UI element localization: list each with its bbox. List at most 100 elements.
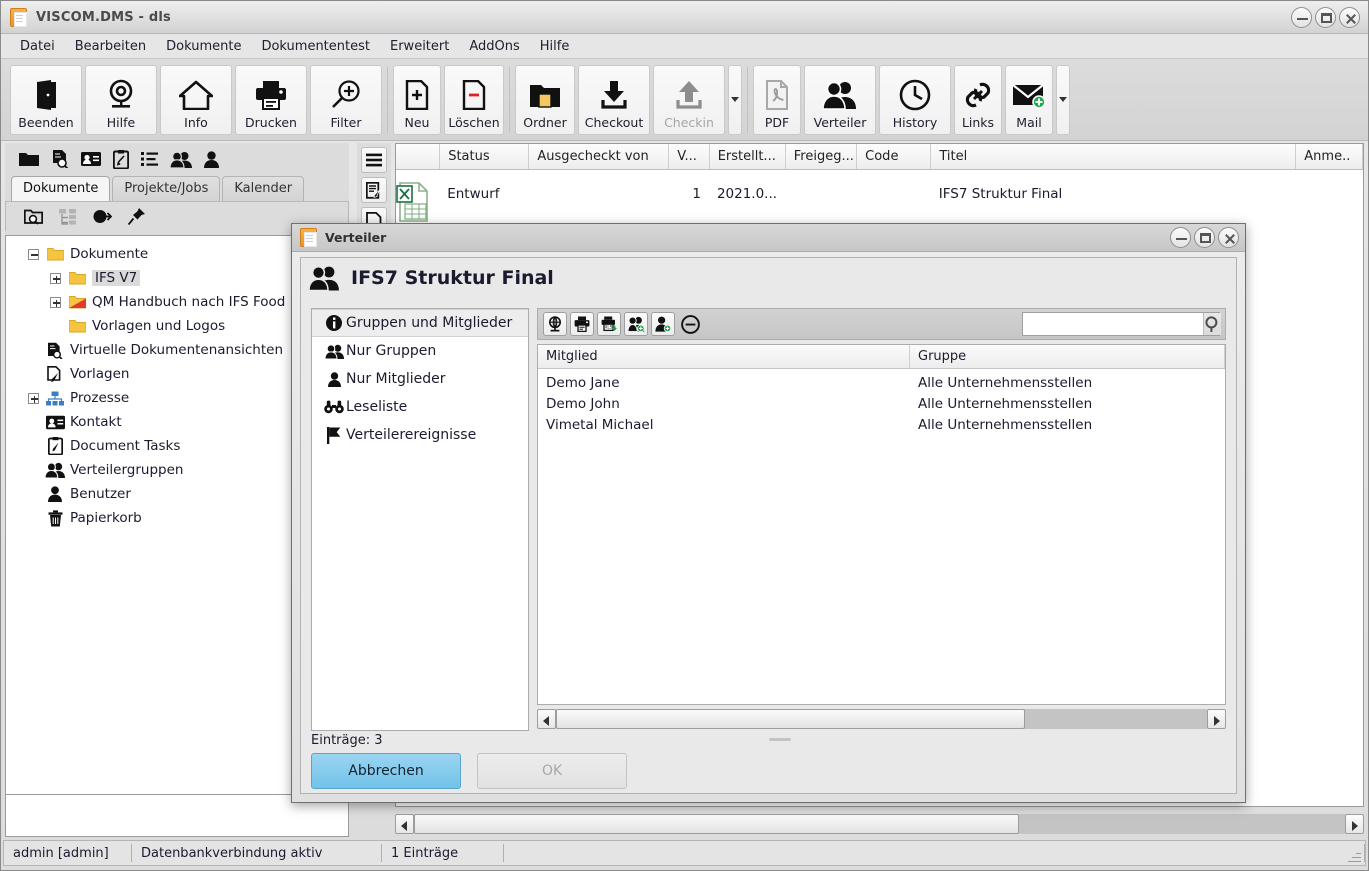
print-button-icon[interactable] [570, 312, 594, 336]
tree-node-label: Vorlagen [70, 366, 130, 382]
grid-column-erstellt[interactable]: Erstellt... [710, 144, 786, 169]
scroll-right-button[interactable] [1207, 709, 1226, 729]
toolbar-button-pdf[interactable]: PDF [753, 64, 801, 135]
scroll-left-button[interactable] [537, 709, 556, 729]
tab-dokumente[interactable]: Dokumente [11, 176, 111, 201]
toolbar-button-neu[interactable]: Neu [393, 64, 441, 135]
chevron-down-icon[interactable] [728, 64, 742, 135]
cancel-button[interactable]: Abbrechen [311, 753, 461, 789]
menu-item-datei[interactable]: Datei [11, 36, 64, 57]
export-xls-icon[interactable]: XLS [597, 312, 621, 336]
toolbar-label: Mail [1016, 114, 1042, 130]
menu-item-hilfe[interactable]: Hilfe [531, 36, 579, 57]
minimize-icon[interactable] [1170, 227, 1191, 248]
expand-icon[interactable] [28, 392, 39, 404]
nav-item-leseliste[interactable]: Leseliste [312, 393, 528, 421]
list-icon[interactable] [141, 151, 158, 167]
user-icon[interactable] [204, 150, 219, 168]
maximize-icon[interactable] [1194, 227, 1215, 248]
grid-column-version[interactable]: V... [669, 144, 710, 169]
search-field[interactable] [1022, 312, 1221, 336]
toolbar-button-mail[interactable]: Mail [1005, 64, 1053, 135]
table-row[interactable]: Vimetal Michael Alle Unternehmensstellen [538, 414, 1225, 435]
grid-column-code[interactable]: Code [857, 144, 932, 169]
tree-node-label: QM Handbuch nach IFS Food [92, 294, 286, 310]
table-row[interactable]: Demo John Alle Unternehmensstellen [538, 393, 1225, 414]
menu-item-bearbeiten[interactable]: Bearbeiten [66, 36, 155, 57]
expand-icon[interactable] [50, 272, 61, 284]
export-icon[interactable] [93, 209, 112, 224]
tab-kalender[interactable]: Kalender [222, 176, 305, 201]
users-group-icon[interactable] [170, 150, 192, 168]
toolbar-button-ordner[interactable]: Ordner [515, 64, 575, 135]
menu-lines-icon[interactable] [361, 147, 387, 173]
refresh-globe-icon[interactable] [543, 312, 567, 336]
add-member-icon[interactable] [651, 312, 675, 336]
grid-column-titel[interactable]: Titel [931, 144, 1297, 169]
pin-icon[interactable] [128, 208, 145, 225]
dialog-resize-grip[interactable] [768, 738, 791, 741]
grid-horizontal-scrollbar[interactable] [395, 811, 1364, 837]
members-horizontal-scrollbar[interactable] [537, 707, 1226, 731]
close-icon[interactable] [1218, 227, 1239, 248]
scroll-right-button[interactable] [1345, 814, 1364, 834]
resize-grip-icon[interactable] [1348, 849, 1361, 862]
menu-item-dokumente[interactable]: Dokumente [157, 36, 250, 57]
remove-circle-icon[interactable] [678, 312, 702, 336]
toolbar-button-links[interactable]: Links [954, 64, 1002, 135]
document-search-icon[interactable] [51, 150, 69, 168]
scroll-left-button[interactable] [395, 814, 414, 834]
toolbar-button-filter[interactable]: Filter [310, 64, 382, 135]
search-input[interactable] [1023, 313, 1203, 335]
toolbar-button-history[interactable]: History [879, 64, 951, 135]
grid-column-ausgecheckt-von[interactable]: Ausgecheckt von [529, 144, 670, 169]
toolbar-button-checkout[interactable]: Checkout [578, 64, 650, 135]
clipboard-edit-icon[interactable] [113, 149, 129, 169]
document-edit-icon[interactable] [361, 177, 387, 203]
collapse-icon[interactable] [28, 248, 39, 260]
table-row[interactable]: Demo Jane Alle Unternehmensstellen [538, 372, 1225, 393]
menu-item-erweitert[interactable]: Erweitert [381, 36, 458, 57]
scrollbar-track[interactable] [556, 709, 1207, 729]
nav-item-nur-mitglieder[interactable]: Nur Mitglieder [312, 365, 528, 393]
toolbar-button-hilfe[interactable]: Hilfe [85, 64, 157, 135]
chevron-down-icon-2[interactable] [1056, 64, 1070, 135]
add-group-icon[interactable] [624, 312, 648, 336]
menu-item-addons[interactable]: AddOns [460, 36, 528, 57]
grid-column-anmerkung[interactable]: Anme.. [1296, 144, 1363, 169]
close-icon[interactable] [1339, 7, 1360, 28]
nav-item-nur-gruppen[interactable]: Nur Gruppen [312, 337, 528, 365]
column-gruppe[interactable]: Gruppe [910, 345, 1225, 368]
maximize-icon[interactable] [1315, 7, 1336, 28]
scrollbar-track[interactable] [414, 814, 1345, 834]
toolbar-button-checkin[interactable]: Checkin [653, 64, 725, 135]
exit-door-icon [31, 75, 61, 115]
table-row[interactable]: Entwurf 1 2021.0... IFS7 Struktur Final [396, 170, 1363, 222]
members-table[interactable]: Mitglied Gruppe Demo Jane Alle Unternehm… [537, 344, 1226, 705]
toolbar-button-info[interactable]: Info [160, 64, 232, 135]
scrollbar-thumb[interactable] [556, 709, 1025, 729]
menu-item-dokumententest[interactable]: Dokumententest [252, 36, 379, 57]
ok-button[interactable]: OK [477, 753, 628, 789]
folder-icon[interactable] [19, 151, 39, 167]
toolbar-button-drucken[interactable]: Drucken [235, 64, 307, 135]
grid-column-freigegeben[interactable]: Freigeg... [786, 144, 858, 169]
nav-item-gruppen-und-mitglieder[interactable]: Gruppen und Mitglieder [312, 309, 528, 337]
expand-icon[interactable] [50, 296, 61, 308]
contact-card-icon [45, 415, 65, 430]
column-mitglied[interactable]: Mitglied [538, 345, 911, 368]
contact-card-icon[interactable] [81, 151, 101, 167]
toolbar-button-loeschen[interactable]: Löschen [444, 64, 504, 135]
grid-column-status[interactable]: Status [440, 144, 530, 169]
nav-item-verteilerereignisse[interactable]: Verteilerereignisse [312, 421, 528, 449]
toolbar-button-beenden[interactable]: Beenden [10, 64, 82, 135]
tree-structure-icon[interactable] [59, 208, 77, 225]
user-icon [322, 371, 346, 387]
tab-projekte-jobs[interactable]: Projekte/Jobs [112, 176, 221, 201]
toolbar-button-verteiler[interactable]: Verteiler [804, 64, 876, 135]
scrollbar-thumb[interactable] [414, 814, 1020, 834]
search-icon[interactable] [1203, 313, 1221, 335]
trash-icon [45, 509, 65, 527]
minimize-icon[interactable] [1291, 7, 1312, 28]
folder-search-icon[interactable] [24, 208, 43, 225]
